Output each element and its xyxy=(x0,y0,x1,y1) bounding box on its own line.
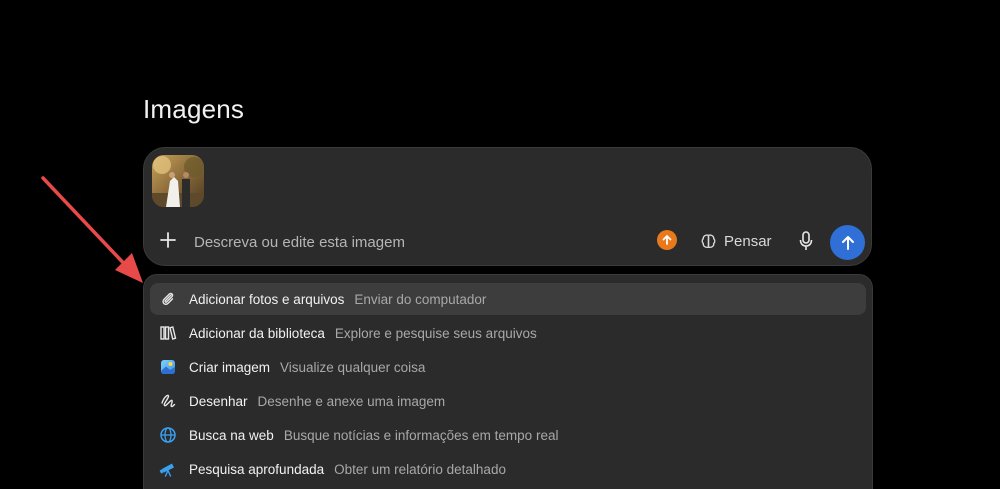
menu-item-label: Adicionar da biblioteca xyxy=(189,325,325,341)
menu-item-create-image[interactable]: Criar imagem Visualize qualquer coisa xyxy=(150,351,866,383)
page-title: Imagens xyxy=(143,94,245,124)
photo-thumbnail-image xyxy=(152,155,204,207)
menu-item-description: Obter um relatório detalhado xyxy=(334,461,506,477)
page: Imagens Descreva ou edite esta imagem Pe… xyxy=(0,0,1000,489)
menu-item-draw[interactable]: Desenhar Desenhe e anexe uma imagem xyxy=(150,385,866,417)
menu-item-label: Criar imagem xyxy=(189,359,271,375)
microphone-icon xyxy=(799,231,813,250)
arrow-up-icon xyxy=(841,235,854,250)
menu-item-label: Adicionar fotos e arquivos xyxy=(189,291,345,307)
send-button[interactable] xyxy=(830,225,865,260)
menu-item-web-search[interactable]: Busca na web Busque notícias e informaçõ… xyxy=(150,419,866,451)
think-label: Pensar xyxy=(724,232,772,250)
menu-item-description: Visualize qualquer coisa xyxy=(280,359,426,375)
menu-item-label: Desenhar xyxy=(189,393,248,409)
library-icon xyxy=(158,323,178,343)
attachment-thumbnail[interactable] xyxy=(152,155,204,207)
menu-item-description: Enviar do computador xyxy=(354,291,487,307)
menu-item-deep-research[interactable]: Pesquisa aprofundada Obter um relatório … xyxy=(150,453,866,485)
menu-item-description: Desenhe e anexe uma imagem xyxy=(257,393,446,409)
menu-item-description: Busque notícias e informações em tempo r… xyxy=(283,427,559,443)
menu-item-description: Explore e pesquise seus arquivos xyxy=(334,325,537,341)
microphone-button[interactable] xyxy=(796,230,816,252)
menu-item-label: Busca na web xyxy=(189,427,274,443)
upgrade-button[interactable] xyxy=(657,230,677,250)
add-button[interactable] xyxy=(158,230,178,250)
menu-item-label: Pesquisa aprofundada xyxy=(189,461,325,477)
menu-item-add-library[interactable]: Adicionar da biblioteca Explore e pesqui… xyxy=(150,317,866,349)
prompt-input[interactable] xyxy=(192,230,646,254)
telescope-icon xyxy=(158,459,178,479)
scribble-icon xyxy=(158,391,178,411)
image-create-icon xyxy=(158,357,178,377)
paperclip-icon xyxy=(158,289,178,309)
plus-icon xyxy=(160,232,176,248)
brain-icon xyxy=(701,233,716,248)
composer: Pensar xyxy=(143,147,872,266)
menu-item-add-files[interactable]: Adicionar fotos e arquivos Enviar do com… xyxy=(150,283,866,315)
globe-icon xyxy=(158,425,178,445)
attach-menu: Adicionar fotos e arquivos Enviar do com… xyxy=(143,274,873,489)
think-button[interactable]: Pensar xyxy=(700,228,772,254)
arrow-up-circle-icon xyxy=(662,235,672,245)
